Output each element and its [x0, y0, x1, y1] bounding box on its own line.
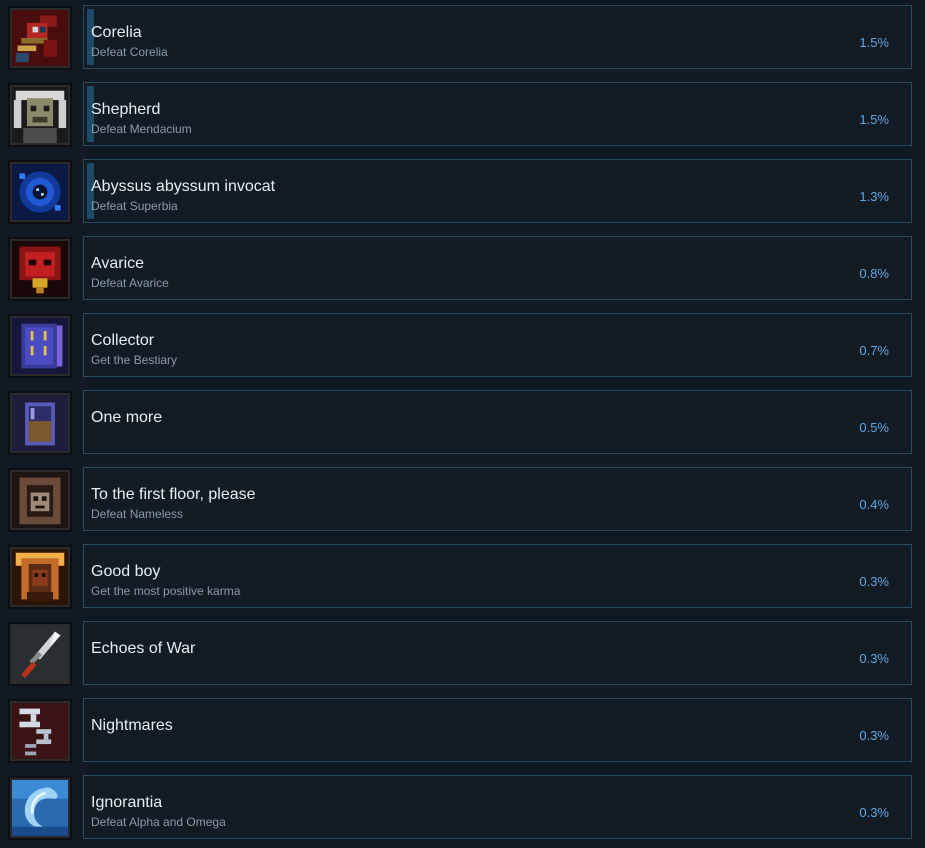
achievement-description: Defeat Corelia — [91, 45, 168, 59]
achievement-row[interactable]: Abyssus abyssum invocat Defeat Superbia … — [0, 159, 925, 239]
sleep-zzz-icon — [8, 699, 72, 763]
achievement-title: Ignorantia — [91, 794, 163, 811]
avarice-icon — [8, 237, 72, 301]
achievement-title: Echoes of War — [91, 640, 196, 657]
achievement-row[interactable]: One more 0.5% — [0, 390, 925, 470]
achievement-panel: Shepherd Defeat Mendacium 1.5% — [83, 82, 912, 146]
bestiary-book-icon — [8, 314, 72, 378]
achievement-description: Defeat Alpha and Omega — [91, 815, 226, 829]
unlock-percentage: 0.3% — [859, 574, 889, 589]
achievement-row[interactable]: Echoes of War 0.3% — [0, 621, 925, 701]
shepherd-icon — [8, 83, 72, 147]
achievement-panel: Corelia Defeat Corelia 1.5% — [83, 5, 912, 69]
corelia-icon — [8, 6, 72, 70]
dagger-icon — [8, 622, 72, 686]
achievement-title: To the first floor, please — [91, 486, 256, 503]
unlock-percentage: 0.8% — [859, 266, 889, 281]
achievement-row[interactable]: Nightmares 0.3% — [0, 698, 925, 778]
unlock-percentage: 0.3% — [859, 728, 889, 743]
unlock-percentage: 0.7% — [859, 343, 889, 358]
achievement-title: Corelia — [91, 24, 142, 41]
achievement-description: Get the Bestiary — [91, 353, 178, 367]
achievement-description: Defeat Avarice — [91, 276, 169, 290]
achievement-title: Collector — [91, 332, 155, 349]
achievement-title: Nightmares — [91, 717, 173, 734]
unlock-percentage: 1.5% — [859, 112, 889, 127]
hooded-skull-icon — [8, 468, 72, 532]
saint-icon — [8, 545, 72, 609]
abyss-icon — [8, 160, 72, 224]
achievement-panel: Good boy Get the most positive karma 0.3… — [83, 544, 912, 608]
achievement-panel: Collector Get the Bestiary 0.7% — [83, 313, 912, 377]
achievement-panel: Avarice Defeat Avarice 0.8% — [83, 236, 912, 300]
achievement-panel: Echoes of War 0.3% — [83, 621, 912, 685]
achievement-panel: Abyssus abyssum invocat Defeat Superbia … — [83, 159, 912, 223]
unlock-percentage: 0.4% — [859, 497, 889, 512]
achievement-row[interactable]: Corelia Defeat Corelia 1.5% — [0, 5, 925, 85]
achievement-row[interactable]: Ignorantia Defeat Alpha and Omega 0.3% — [0, 775, 925, 848]
achievement-title: Avarice — [91, 255, 145, 272]
unlock-percentage: 1.3% — [859, 189, 889, 204]
unlock-percentage: 0.3% — [859, 805, 889, 820]
achievement-description: Get the most positive karma — [91, 584, 241, 598]
unlock-percentage: 0.3% — [859, 651, 889, 666]
achievement-row[interactable]: Avarice Defeat Avarice 0.8% — [0, 236, 925, 316]
unlock-percentage: 1.5% — [859, 35, 889, 50]
unlock-percentage: 0.5% — [859, 420, 889, 435]
achievement-title: Shepherd — [91, 101, 161, 118]
achievement-title: One more — [91, 409, 163, 426]
drink-glass-icon — [8, 391, 72, 455]
achievement-description: Defeat Superbia — [91, 199, 178, 213]
achievement-panel: Nightmares 0.3% — [83, 698, 912, 762]
achievement-panel: Ignorantia Defeat Alpha and Omega 0.3% — [83, 775, 912, 839]
achievement-row[interactable]: To the first floor, please Defeat Namele… — [0, 467, 925, 547]
achievement-description: Defeat Nameless — [91, 507, 184, 521]
achievement-row[interactable]: Good boy Get the most positive karma 0.3… — [0, 544, 925, 624]
achievement-row[interactable]: Collector Get the Bestiary 0.7% — [0, 313, 925, 393]
achievement-title: Abyssus abyssum invocat — [91, 178, 276, 195]
achievement-list: Corelia Defeat Corelia 1.5% Shepherd Def… — [0, 0, 925, 848]
achievement-row[interactable]: Shepherd Defeat Mendacium 1.5% — [0, 82, 925, 162]
achievement-description: Defeat Mendacium — [91, 122, 192, 136]
achievement-panel: To the first floor, please Defeat Namele… — [83, 467, 912, 531]
achievement-title: Good boy — [91, 563, 161, 580]
achievement-panel: One more 0.5% — [83, 390, 912, 454]
wave-icon — [8, 776, 72, 840]
